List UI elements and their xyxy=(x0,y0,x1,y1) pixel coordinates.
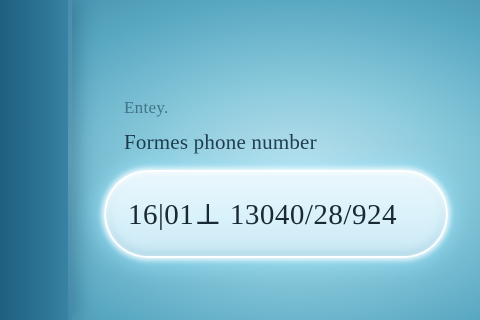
phone-number-value: 16|01⊥ 13040/28/924 xyxy=(128,198,397,231)
phone-number-input[interactable]: 16|01⊥ 13040/28/924 xyxy=(104,170,448,258)
hint-label: Entey. xyxy=(124,98,169,117)
phone-field-label: Formes phone number xyxy=(124,130,317,154)
phone-form: Entey. Formes phone number 16|01⊥ 13040/… xyxy=(0,0,480,320)
